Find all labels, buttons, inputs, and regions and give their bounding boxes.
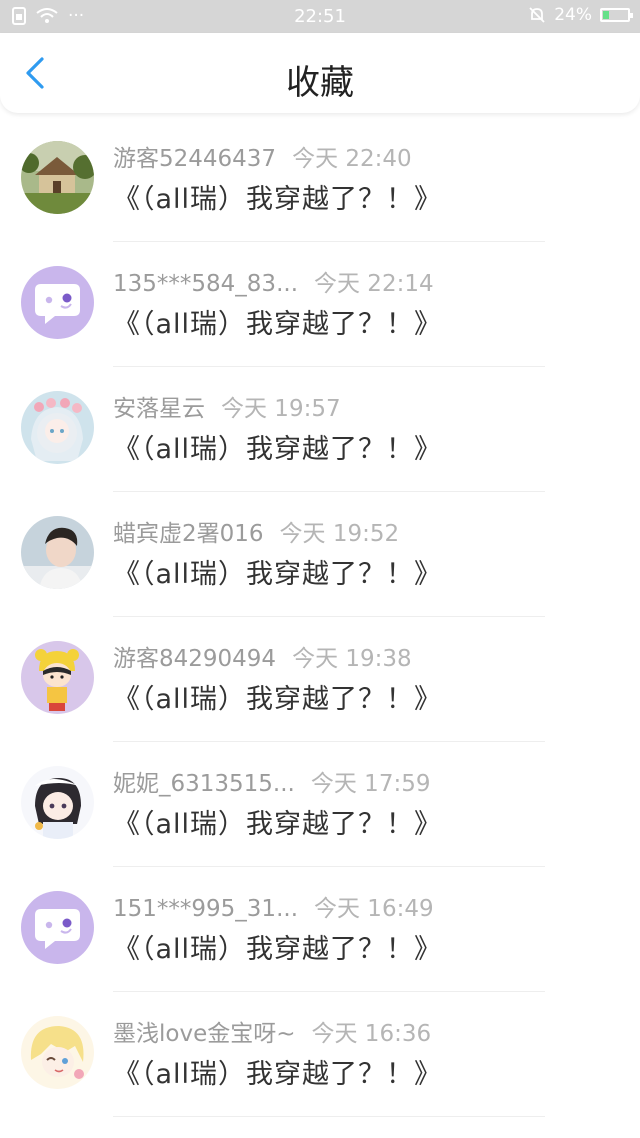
battery-fill	[603, 11, 610, 19]
cartoon-girl-avatar-icon	[21, 641, 94, 714]
timestamp: 今天 22:14	[314, 271, 434, 297]
item-title[interactable]: 《（all瑞）我穿越了？！》	[113, 177, 442, 216]
timestamp: 今天 19:38	[292, 646, 412, 672]
item-meta: 蜡宾虚2署016 今天 19:52	[113, 514, 399, 548]
list-item[interactable]: 蜡宾虚2署016 今天 19:52 《（all瑞）我穿越了？！》	[0, 492, 640, 617]
list-item[interactable]: 妮妮_6313515... 今天 17:59 《（all瑞）我穿越了？！》	[0, 742, 640, 867]
item-meta: 安落星云 今天 19:57	[113, 389, 341, 423]
item-title[interactable]: 《（all瑞）我穿越了？！》	[113, 302, 442, 341]
username[interactable]: 墨浅love金宝呀~	[113, 1021, 296, 1047]
username[interactable]: 妮妮_6313515...	[113, 771, 295, 797]
default-chat-avatar-icon	[21, 891, 94, 964]
battery-icon	[600, 8, 633, 22]
item-meta: 151***995_31... 今天 16:49	[113, 889, 434, 923]
list-item[interactable]: 135***584_83... 今天 22:14 《（all瑞）我穿越了？！》	[0, 242, 640, 367]
username[interactable]: 蜡宾虚2署016	[113, 521, 264, 547]
list-item[interactable]: 安落星云 今天 19:57 《（all瑞）我穿越了？！》	[0, 367, 640, 492]
username[interactable]: 安落星云	[113, 396, 205, 422]
page-title: 收藏	[286, 63, 354, 103]
favorites-list: 游客52446437 今天 22:40 《（all瑞）我穿越了？！》 135***…	[0, 117, 640, 1117]
timestamp: 今天 22:40	[292, 146, 412, 172]
username[interactable]: 游客84290494	[113, 646, 276, 672]
nav-bar: 收藏	[0, 33, 640, 113]
item-title[interactable]: 《（all瑞）我穿越了？！》	[113, 927, 442, 966]
avatar[interactable]	[21, 141, 94, 214]
divider	[113, 1116, 545, 1117]
avatar[interactable]	[21, 766, 94, 839]
item-title[interactable]: 《（all瑞）我穿越了？！》	[113, 802, 442, 841]
item-title[interactable]: 《（all瑞）我穿越了？！》	[113, 552, 442, 591]
username[interactable]: 135***584_83...	[113, 271, 298, 297]
item-title[interactable]: 《（all瑞）我穿越了？！》	[113, 427, 442, 466]
list-item[interactable]: 游客84290494 今天 19:38 《（all瑞）我穿越了？！》	[0, 617, 640, 742]
avatar[interactable]	[21, 266, 94, 339]
item-title[interactable]: 《（all瑞）我穿越了？！》	[113, 1052, 442, 1091]
list-item[interactable]: 151***995_31... 今天 16:49 《（all瑞）我穿越了？！》	[0, 867, 640, 992]
timestamp: 今天 16:36	[311, 1021, 432, 1047]
list-item[interactable]: 游客52446437 今天 22:40 《（all瑞）我穿越了？！》	[0, 117, 640, 242]
avatar[interactable]	[21, 641, 94, 714]
item-meta: 游客84290494 今天 19:38	[113, 639, 412, 673]
timestamp: 今天 19:52	[279, 521, 400, 547]
item-meta: 墨浅love金宝呀~ 今天 16:36	[113, 1014, 431, 1048]
username[interactable]: 151***995_31...	[113, 896, 298, 922]
list-item[interactable]: 墨浅love金宝呀~ 今天 16:36 《（all瑞）我穿越了？！》	[0, 992, 640, 1117]
timestamp: 今天 19:57	[221, 396, 341, 422]
status-bar: ··· 22:51 24%	[0, 0, 640, 33]
item-meta: 135***584_83... 今天 22:14	[113, 264, 434, 298]
blonde-anime-avatar-icon	[21, 1016, 94, 1089]
anime-girl-avatar-icon	[21, 391, 94, 464]
avatar[interactable]	[21, 516, 94, 589]
landscape-avatar-icon	[21, 141, 94, 214]
default-chat-avatar-icon	[21, 266, 94, 339]
item-meta: 妮妮_6313515... 今天 17:59	[113, 764, 430, 798]
battery-percent: 24%	[554, 5, 592, 25]
item-meta: 游客52446437 今天 22:40	[113, 139, 412, 173]
chibi-girl-avatar-icon	[21, 766, 94, 839]
photo-boy-avatar-icon	[21, 516, 94, 589]
timestamp: 今天 16:49	[314, 896, 434, 922]
avatar[interactable]	[21, 1016, 94, 1089]
avatar[interactable]	[21, 891, 94, 964]
mute-bell-icon	[529, 7, 545, 23]
item-title[interactable]: 《（all瑞）我穿越了？！》	[113, 677, 442, 716]
username[interactable]: 游客52446437	[113, 146, 276, 172]
timestamp: 今天 17:59	[310, 771, 431, 797]
status-right: 24%	[528, 5, 633, 25]
avatar[interactable]	[21, 391, 94, 464]
